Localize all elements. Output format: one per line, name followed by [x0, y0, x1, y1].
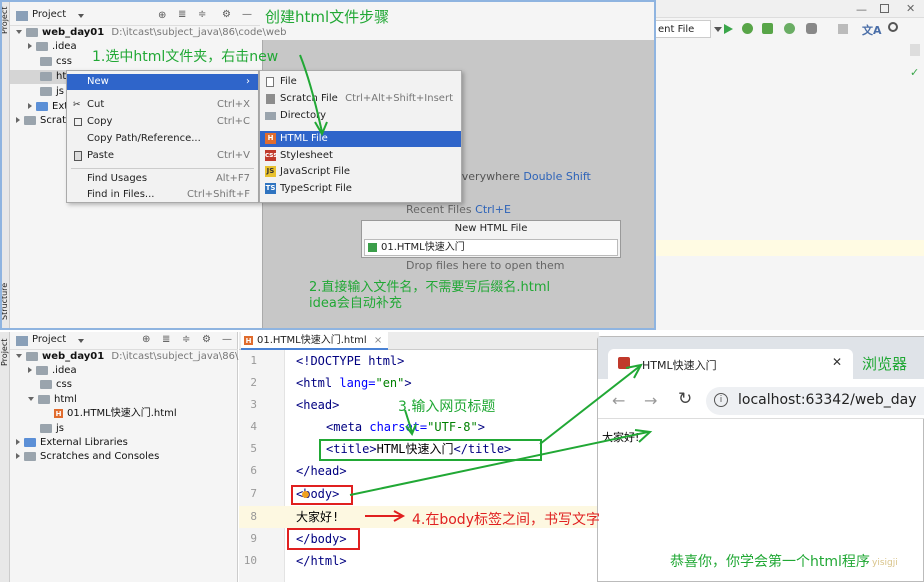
- window-close-icon[interactable]: ✕: [906, 2, 915, 15]
- coverage-icon[interactable]: [762, 23, 773, 34]
- stop-icon[interactable]: [838, 24, 848, 34]
- search-everywhere-icon[interactable]: [888, 22, 898, 32]
- window-maximize-icon[interactable]: [880, 4, 889, 13]
- run-config-dropdown[interactable]: ent File: [655, 20, 711, 38]
- top-frame-border: [0, 0, 656, 330]
- dropdown-arrow-icon[interactable]: [714, 27, 722, 32]
- top-ide-screenshot: — ✕ ent File 文A ✓ Project Structure Proj…: [0, 0, 924, 330]
- run-config-label: ent File: [658, 24, 695, 35]
- debug-icon[interactable]: [742, 23, 753, 34]
- window-minimize-icon[interactable]: —: [856, 3, 867, 16]
- scrollbar-track[interactable]: [910, 44, 920, 56]
- inspection-ok-icon: ✓: [910, 66, 920, 79]
- bottom-ide-screenshot: Project Project ⊕ ≣ ≑ ⚙ — web_day01 D:\i…: [0, 332, 924, 582]
- annotation-arrows: [349, 363, 653, 522]
- translate-icon[interactable]: 文A: [862, 22, 882, 38]
- profile-icon[interactable]: [784, 23, 795, 34]
- highlight-line: [620, 240, 924, 256]
- attach-icon[interactable]: [806, 23, 817, 34]
- run-icon[interactable]: [724, 24, 733, 34]
